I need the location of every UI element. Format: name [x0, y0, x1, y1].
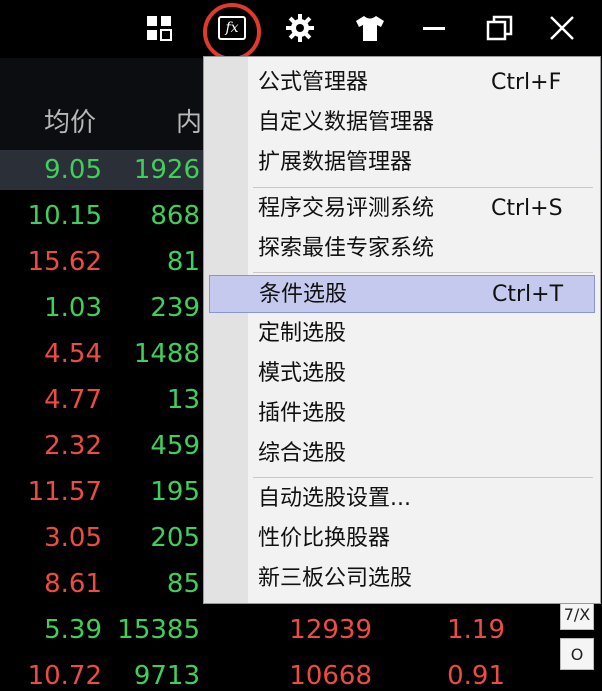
table-cell: 15.62: [27, 247, 102, 277]
formula-dropdown-menu: 公式管理器 Ctrl+F 自定义数据管理器 扩展数据管理器 程序交易评测系统 C…: [203, 56, 601, 604]
table-cell: 239: [150, 293, 200, 323]
menu-item-label: 程序交易评测系统: [258, 196, 435, 221]
table-cell: 1.19: [447, 615, 505, 645]
close-icon[interactable]: [540, 6, 584, 50]
table-cell: 1.03: [44, 293, 102, 323]
menu-separator: [253, 187, 593, 188]
menu-item-best-expert-system[interactable]: 探索最佳专家系统: [209, 230, 595, 268]
grid-icon[interactable]: [137, 6, 181, 50]
table-cell: 1488: [133, 339, 200, 369]
title-bar: fx: [0, 0, 602, 61]
table-cell: 3.05: [44, 523, 102, 553]
side-button-2[interactable]: O: [560, 638, 594, 670]
menu-item-label: 自定义数据管理器: [258, 110, 435, 135]
table-cell: 0.91: [447, 661, 505, 691]
column-header-avg-price[interactable]: 均价: [44, 108, 96, 138]
fx-highlight-ring: [203, 3, 261, 61]
table-cell: 13: [166, 385, 200, 415]
menu-item-pattern-stock-picking[interactable]: 模式选股: [209, 355, 595, 393]
table-cell: 85: [166, 569, 200, 599]
table-cell: 1926: [133, 155, 200, 185]
menu-item-extended-data-manager[interactable]: 扩展数据管理器: [209, 144, 595, 182]
table-cell: 81: [166, 247, 200, 277]
table-cell: 195: [150, 477, 200, 507]
table-cell: 15385: [117, 615, 200, 645]
menu-item-formula-manager[interactable]: 公式管理器 Ctrl+F: [209, 64, 595, 102]
menu-item-custom-stock-picking[interactable]: 定制选股: [209, 315, 595, 353]
shirt-icon[interactable]: [348, 6, 392, 50]
menu-item-label: 探索最佳专家系统: [258, 236, 435, 261]
table-cell: 8.61: [44, 569, 102, 599]
table-cell: 2.32: [44, 431, 102, 461]
table-cell: 5.39: [44, 615, 102, 645]
minimize-icon[interactable]: [412, 6, 456, 50]
menu-item-shortcut: Ctrl+S: [491, 196, 563, 221]
menu-item-shortcut: Ctrl+T: [492, 282, 564, 307]
gear-icon[interactable]: [278, 6, 322, 50]
menu-item-label: 性价比换股器: [258, 526, 391, 551]
menu-item-label: 扩展数据管理器: [258, 150, 413, 175]
table-cell: 10668: [289, 661, 372, 691]
table-cell: 868: [150, 201, 200, 231]
menu-item-label: 定制选股: [258, 321, 347, 346]
menu-item-auto-stock-picking-settings[interactable]: 自动选股设置...: [209, 480, 595, 518]
menu-separator: [253, 477, 593, 478]
menu-item-condition-stock-picking[interactable]: 条件选股 Ctrl+T: [209, 275, 595, 313]
restore-icon[interactable]: [478, 6, 522, 50]
menu-item-label: 模式选股: [258, 361, 347, 386]
table-cell: 9713: [133, 661, 200, 691]
menu-item-label: 条件选股: [259, 282, 348, 307]
table-cell: 11.57: [27, 477, 102, 507]
menu-item-shortcut: Ctrl+F: [491, 70, 562, 95]
table-cell: 459: [150, 431, 200, 461]
menu-item-label: 插件选股: [258, 401, 347, 426]
menu-separator: [253, 272, 593, 273]
table-cell: 12939: [289, 615, 372, 645]
table-cell: 9.05: [44, 155, 102, 185]
menu-item-plugin-stock-picking[interactable]: 插件选股: [209, 395, 595, 433]
menu-item-custom-data-manager[interactable]: 自定义数据管理器: [209, 104, 595, 142]
menu-item-label: 综合选股: [258, 441, 347, 466]
table-cell: 205: [150, 523, 200, 553]
table-cell: 10.72: [27, 661, 102, 691]
menu-item-program-trading-eval[interactable]: 程序交易评测系统 Ctrl+S: [209, 190, 595, 228]
table-cell: 10.15: [27, 201, 102, 231]
menu-item-combined-stock-picking[interactable]: 综合选股: [209, 435, 595, 473]
menu-item-label: 新三板公司选股: [258, 566, 413, 591]
menu-item-label: 公式管理器: [258, 70, 369, 95]
menu-item-label: 自动选股设置...: [258, 486, 411, 511]
menu-item-value-stock-switcher[interactable]: 性价比换股器: [209, 520, 595, 558]
menu-item-new-third-board-picking[interactable]: 新三板公司选股: [209, 560, 595, 598]
column-header-inner[interactable]: 内: [176, 108, 202, 138]
table-cell: 4.54: [44, 339, 102, 369]
table-cell: 4.77: [44, 385, 102, 415]
